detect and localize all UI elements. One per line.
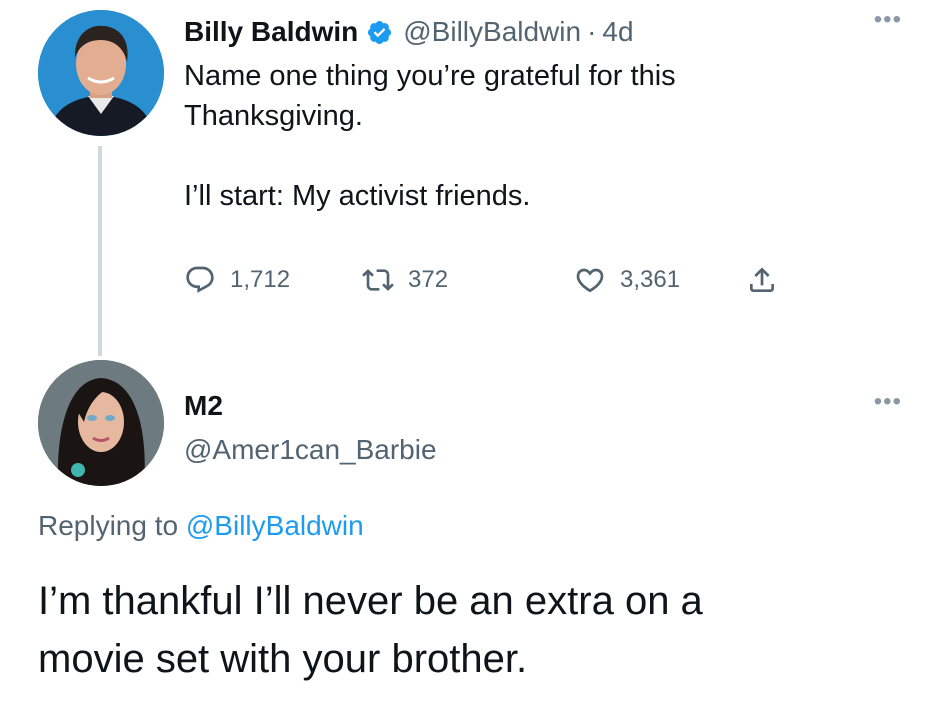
retweet-icon bbox=[362, 269, 394, 291]
avatar-portrait-icon bbox=[38, 360, 164, 486]
share-icon bbox=[750, 267, 774, 292]
separator-dot: · bbox=[587, 16, 597, 47]
tweet-text: Name one thing you’re grateful for this … bbox=[184, 60, 676, 212]
verified-badge-icon bbox=[368, 20, 392, 44]
reply-icon bbox=[186, 266, 214, 293]
tweet-header: Billy Baldwin @BillyBaldwin · 4d bbox=[184, 12, 634, 52]
thread-connector-line bbox=[98, 146, 102, 356]
reply-author-avatar[interactable] bbox=[38, 360, 164, 486]
share-button[interactable] bbox=[746, 264, 792, 296]
reply-count: 1,712 bbox=[230, 266, 291, 293]
more-icon[interactable]: ••• bbox=[874, 6, 902, 34]
reply-button[interactable]: 1,712 bbox=[184, 264, 362, 296]
retweet-count: 372 bbox=[408, 266, 449, 293]
author-name[interactable]: Billy Baldwin bbox=[184, 16, 358, 48]
like-count: 3,361 bbox=[620, 266, 681, 293]
replying-to-mention-link[interactable]: @BillyBaldwin bbox=[186, 510, 364, 541]
tweet-actions: 1,712 372 3,361 bbox=[184, 262, 792, 298]
author-avatar[interactable] bbox=[38, 10, 164, 136]
reply-author-name[interactable]: M2 bbox=[184, 390, 223, 422]
more-icon[interactable]: ••• bbox=[874, 388, 902, 416]
reply-author-handle[interactable]: @Amer1can_Barbie bbox=[184, 434, 437, 466]
reply-tweet-text: I’m thankful I’ll never be an extra on a… bbox=[38, 579, 703, 681]
heart-icon bbox=[576, 268, 604, 293]
replying-to: Replying to @BillyBaldwin bbox=[38, 510, 364, 542]
avatar-portrait-icon bbox=[38, 10, 164, 136]
tweet-timestamp[interactable]: 4d bbox=[602, 16, 633, 48]
replying-to-label: Replying to bbox=[38, 510, 179, 541]
retweet-button[interactable]: 372 bbox=[362, 264, 574, 296]
author-handle[interactable]: @BillyBaldwin bbox=[403, 16, 581, 48]
like-button[interactable]: 3,361 bbox=[574, 264, 746, 296]
